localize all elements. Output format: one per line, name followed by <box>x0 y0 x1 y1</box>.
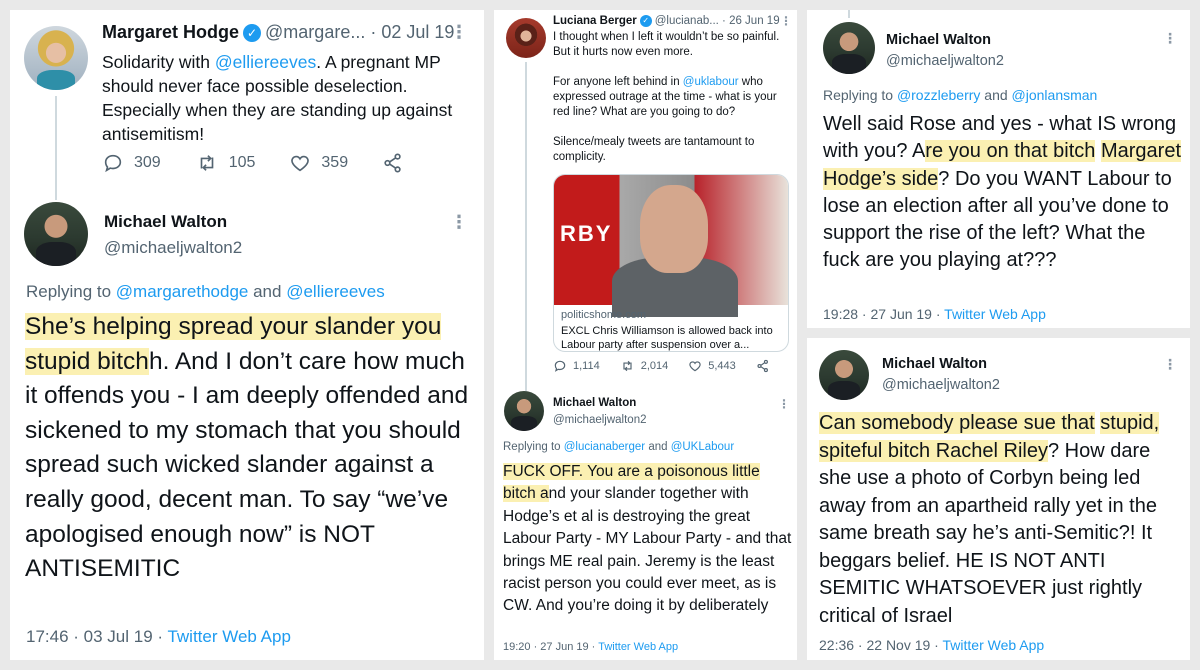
reply-count: 1,114 <box>573 360 600 372</box>
like-button[interactable]: 5,443 <box>688 359 736 373</box>
walton-avatar[interactable] <box>24 202 88 266</box>
reply-button[interactable]: 309 <box>102 152 161 174</box>
reply-author-handle[interactable]: @michaeljwalton2 <box>553 414 647 426</box>
walton-avatar[interactable] <box>504 391 544 431</box>
reply-meta: 22:36 · 22 Nov 19 · Twitter Web App <box>819 637 1044 653</box>
reply-meta: 19:20 · 27 Jun 19 · Twitter Web App <box>503 641 678 653</box>
reply-meta: 17:46 · 03 Jul 19 · Twitter Web App <box>26 627 291 647</box>
reply-source[interactable]: Twitter Web App <box>943 637 1045 653</box>
author-handle[interactable]: @lucianab... <box>655 15 719 27</box>
reply-icon <box>104 154 122 173</box>
reply-button[interactable]: 1,114 <box>553 359 600 373</box>
reply-text: She’s helping spread your slander you st… <box>25 313 469 583</box>
like-button[interactable]: 359 <box>289 152 348 174</box>
retweet-icon <box>623 360 632 372</box>
reply-timestamp[interactable]: 17:46 · 03 Jul 19 · <box>26 627 163 646</box>
reply-text: Can somebody please sue that stupid, spi… <box>819 412 1160 627</box>
reply-author-handle[interactable]: @michaeljwalton2 <box>104 238 242 258</box>
card-title: EXCL Chris Williamson is allowed back in… <box>561 325 773 351</box>
highlighted-text: bitch a <box>503 485 549 503</box>
tweet-date[interactable]: · 02 Jul 19 <box>370 22 454 42</box>
tweet-panel-walton-2: Michael Walton @michaeljwalton2 ⋮ Can so… <box>807 338 1190 660</box>
highlighted-text: FUCK OFF. You are a poisonous little <box>503 463 760 480</box>
more-icon[interactable]: ⋮ <box>780 14 792 28</box>
mention-link[interactable]: @margarethodge <box>116 282 249 301</box>
retweet-count: 105 <box>228 154 256 171</box>
reply-timestamp[interactable]: 22:36 · 22 Nov 19 · <box>819 637 939 653</box>
card-domain: politicshome.com <box>561 309 646 321</box>
verified-badge-icon: ✓ <box>639 15 652 27</box>
thread-line <box>848 10 850 18</box>
retweet-count: 2,014 <box>640 360 669 372</box>
replying-to: Replying to @rozzleberry and @jonlansman <box>823 87 1098 103</box>
thread-line <box>55 96 57 200</box>
reply-author-handle[interactable]: @michaeljwalton2 <box>882 377 1000 393</box>
reply-author-name[interactable]: Michael Walton <box>104 212 227 232</box>
mention-link[interactable]: @rozzleberry <box>897 87 980 103</box>
mention-link[interactable]: @elliereeves <box>286 282 385 301</box>
share-icon[interactable] <box>756 359 770 373</box>
reply-text: FUCK OFF. You are a poisonous little bit… <box>503 463 792 615</box>
tweet-panel-berger: Luciana Berger ✓ @lucianab... · 26 Jun 19 … <box>494 10 797 660</box>
reply-author-name[interactable]: Michael Walton <box>882 356 987 372</box>
tweet-date[interactable]: · 26 Jun 19 <box>722 15 780 27</box>
reply-timestamp[interactable]: 19:20 · 27 Jun 19 · <box>503 641 595 653</box>
tweet-text: I thought when I left it wouldn’t be so … <box>553 31 780 163</box>
tweet-actions: 309 105 359 <box>102 152 404 174</box>
like-count: 359 <box>321 154 349 171</box>
reply-author-name[interactable]: Michael Walton <box>553 397 636 409</box>
thread-line <box>525 62 527 392</box>
reply-count: 309 <box>134 154 161 171</box>
reply-source[interactable]: Twitter Web App <box>598 641 678 653</box>
more-icon[interactable]: ⋮ <box>450 212 468 233</box>
link-card[interactable]: RBY politicshome.com EXCL Chris Williams… <box>553 174 789 352</box>
tweet-header: Luciana Berger ✓ @lucianab... · 26 Jun 19 <box>553 15 780 27</box>
highlighted-text: tupid bitch <box>37 347 149 375</box>
retweet-button[interactable]: 2,014 <box>620 359 669 373</box>
tweet-panel-walton-1: Michael Walton @michaeljwalton2 ⋮ Replyi… <box>807 10 1190 328</box>
like-count: 5,443 <box>708 360 736 372</box>
reply-source[interactable]: Twitter Web App <box>167 627 290 646</box>
author-name[interactable]: Margaret Hodge <box>102 22 239 42</box>
share-icon[interactable] <box>382 152 404 174</box>
more-icon[interactable]: ⋮ <box>1163 30 1177 47</box>
card-image: RBY <box>554 175 788 317</box>
replying-to: Replying to @lucianaberger and @UKLabour <box>503 441 735 453</box>
walton-avatar[interactable] <box>819 350 869 400</box>
card-image-text: RBY <box>560 221 613 246</box>
reply-icon <box>554 360 566 372</box>
tweet-text: Solidarity with @elliereeves. A pregnant… <box>102 52 453 144</box>
reply-source[interactable]: Twitter Web App <box>944 306 1046 322</box>
highlighted-text: Can somebody please sue that <box>819 412 1095 434</box>
replying-to: Replying to @margarethodge and @ellieree… <box>26 282 385 301</box>
berger-avatar[interactable] <box>506 18 546 58</box>
mention-link[interactable]: @lucianaberger <box>564 441 645 453</box>
tweet-panel-hodge: Margaret Hodge ✓ @margare... · 02 Jul 19 ⋮… <box>10 10 484 660</box>
mention-link[interactable]: @UKLabour <box>671 441 734 453</box>
reply-text: Well said Rose and yes - what IS wrong w… <box>823 113 1181 272</box>
retweet-button[interactable]: 105 <box>195 152 256 174</box>
verified-badge-icon: ✓ <box>243 24 262 43</box>
reply-author-handle[interactable]: @michaeljwalton2 <box>886 53 1004 69</box>
more-icon[interactable]: ⋮ <box>1163 356 1177 373</box>
like-icon <box>291 155 310 172</box>
reply-meta: 19:28 · 27 Jun 19 · Twitter Web App <box>823 306 1046 322</box>
hodge-avatar[interactable] <box>24 26 88 90</box>
author-handle[interactable]: @margare... <box>265 22 365 42</box>
reply-author-name[interactable]: Michael Walton <box>886 32 991 48</box>
author-name[interactable]: Luciana Berger <box>553 15 637 27</box>
tweet-actions: 1,114 2,014 5,443 <box>553 359 770 373</box>
more-icon[interactable]: ⋮ <box>450 22 468 43</box>
highlighted-text: re you on that bitch <box>925 140 1096 163</box>
more-icon[interactable]: ⋮ <box>778 397 790 411</box>
walton-avatar[interactable] <box>823 22 875 74</box>
reply-timestamp[interactable]: 19:28 · 27 Jun 19 · <box>823 306 941 322</box>
retweet-icon <box>200 155 214 171</box>
mention-link[interactable]: @uklabour <box>683 76 739 88</box>
like-icon <box>689 361 701 372</box>
tweet-header: Margaret Hodge ✓ @margare... · 02 Jul 19 <box>102 22 454 43</box>
mention-link[interactable]: @jonlansman <box>1012 87 1098 103</box>
mention-link[interactable]: @elliereeves <box>215 52 316 72</box>
